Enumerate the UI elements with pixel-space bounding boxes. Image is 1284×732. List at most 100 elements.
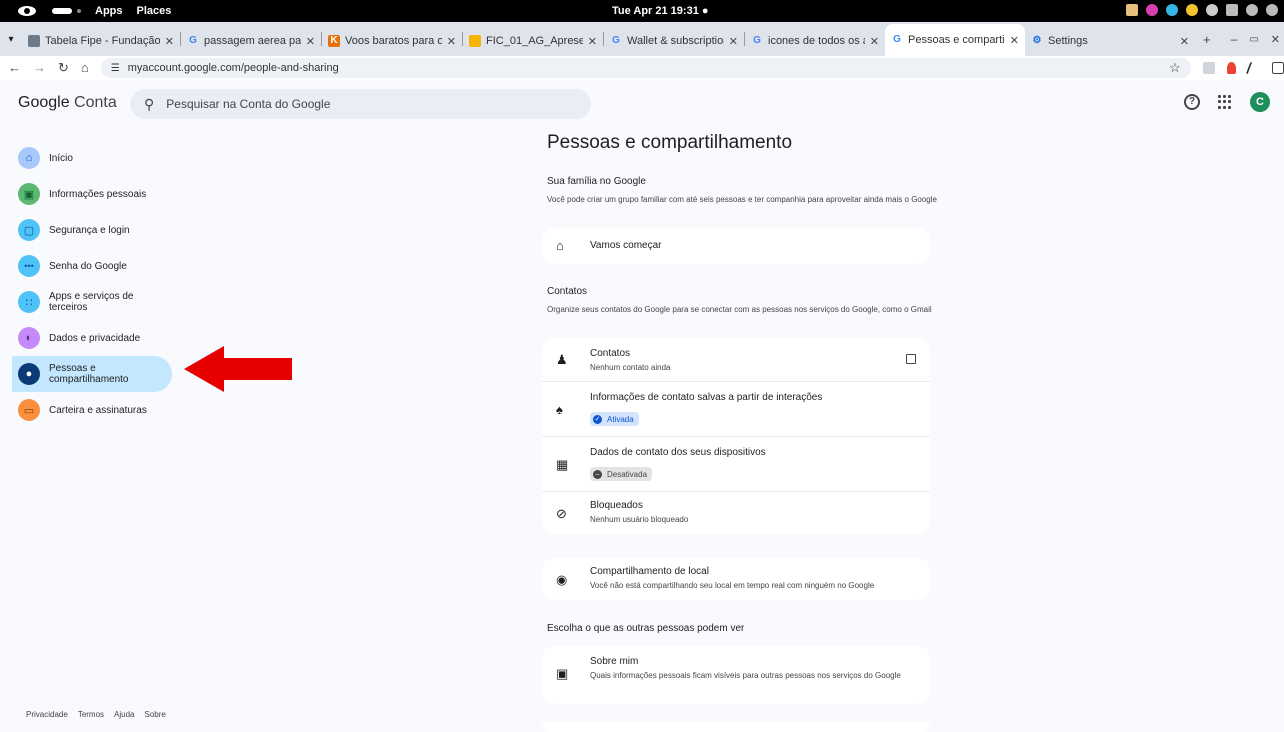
tab[interactable]: FIC_01_AG_Apresenta✕ [463, 26, 603, 56]
next-card-partial [542, 722, 930, 732]
browser-toolbar: ← → ↻ ⌂ ☰ myaccount.google.com/people-an… [0, 56, 1284, 80]
window-close-icon[interactable]: ✕ [1271, 33, 1280, 46]
blocked-row[interactable]: ⊘ Bloqueados Nenhum usuário bloqueado [542, 492, 930, 534]
reload-icon[interactable]: ↻ [58, 60, 69, 76]
close-icon[interactable]: ✕ [1010, 34, 1019, 47]
apps-connections-icon: ∷ [18, 291, 40, 313]
minus-icon: – [593, 469, 602, 479]
tab-favicon-icon [28, 35, 40, 47]
tab[interactable]: KVoos baratos para o Cí✕ [322, 26, 462, 56]
close-icon[interactable]: ✕ [306, 35, 315, 48]
contacts-heading: Contatos [547, 286, 588, 297]
tray-app-icon[interactable] [1146, 4, 1158, 16]
tray-app-icon[interactable] [1126, 4, 1138, 16]
id-card-icon: ▣ [18, 183, 40, 205]
tab[interactable]: ⚙ Settings ✕ [1025, 26, 1195, 56]
maximize-icon[interactable]: ▭ [1249, 34, 1258, 45]
tab-search-icon[interactable]: ▾ [0, 34, 22, 45]
contacts-card: ♟ Contatos Nenhum contato ainda ♠ Inform… [542, 338, 930, 534]
sidebar-item-wallet[interactable]: ▭ Carteira e assinaturas [12, 392, 172, 428]
clock[interactable]: Tue Apr 21 19:31 ● [612, 5, 709, 17]
kayak-icon: K [328, 35, 340, 47]
family-start-row[interactable]: ⌂ Vamos começar [542, 228, 930, 264]
close-icon[interactable]: ✕ [870, 35, 879, 48]
home-icon[interactable]: ⌂ [81, 60, 89, 76]
sidebar-item-third-party-apps[interactable]: ∷ Apps e serviços de terceiros [12, 284, 172, 320]
device-contacts-row[interactable]: ▦ Dados de contato dos seus dispositivos… [542, 437, 930, 492]
extension-icon[interactable] [1226, 62, 1236, 74]
brightness-icon[interactable] [1206, 4, 1218, 16]
close-icon[interactable]: ✕ [1180, 35, 1189, 48]
interaction-contacts-row[interactable]: ♠ Informações de contato salvas a partir… [542, 382, 930, 437]
person-add-icon: ♠ [556, 402, 563, 417]
site-info-icon[interactable]: ☰ [111, 63, 120, 74]
tray-cloud-icon[interactable] [1166, 4, 1178, 16]
footer-terms-link[interactable]: Termos [78, 710, 104, 719]
wallet-icon: ▭ [18, 399, 40, 421]
tab[interactable]: Gpassagem aerea para o✕ [181, 26, 321, 56]
open-external-icon[interactable] [906, 354, 916, 364]
google-apps-icon[interactable] [1218, 95, 1232, 109]
footer-help-link[interactable]: Ajuda [114, 710, 134, 719]
extensions-puzzle-icon[interactable] [1271, 62, 1284, 74]
search-icon[interactable]: ⚲ [144, 96, 154, 113]
status-badge-disabled: – Desativada [590, 467, 653, 481]
footer-about-link[interactable]: Sobre [145, 710, 166, 719]
back-icon[interactable]: ← [8, 60, 21, 76]
sidebar-item-security[interactable]: ▢ Segurança e login [12, 212, 172, 248]
url-text[interactable]: myaccount.google.com/people-and-sharing [128, 62, 339, 74]
power-icon[interactable] [1266, 4, 1278, 16]
sidebar-item-password[interactable]: ••• Senha do Google [12, 248, 172, 284]
sidebar-item-data-privacy[interactable]: ◐ Dados e privacidade [12, 320, 172, 356]
account-search-input[interactable]: ⚲ Pesquisar na Conta do Google [130, 89, 591, 119]
sidebar-nav: ⌂ Início ▣ Informações pessoais ▢ Segurança… [12, 140, 178, 428]
phone-icon: ▦ [556, 457, 569, 472]
tab[interactable]: GWallet & subscriptions✕ [604, 26, 744, 56]
about-me-card: ▣ Sobre mim Quais informações pessoais f… [542, 646, 930, 704]
tray-app-icon[interactable] [1186, 4, 1198, 16]
apps-menu[interactable]: Apps [95, 5, 123, 17]
workspace-indicator[interactable] [52, 8, 72, 14]
workspace-dot [77, 9, 81, 13]
red-arrow-annotation [184, 346, 292, 392]
extension-icon[interactable] [1245, 62, 1262, 74]
toggle-icon: ◐ [18, 327, 40, 349]
tab[interactable]: Gicones de todos os apl✕ [745, 26, 885, 56]
close-icon[interactable]: ✕ [588, 35, 597, 48]
tab[interactable]: Tabela Fipe - Fundação ✕ [22, 26, 180, 56]
help-icon[interactable]: ? [1184, 94, 1200, 110]
avatar[interactable]: C [1250, 92, 1270, 112]
status-badge-enabled: ✓ Ativada [590, 412, 639, 426]
sidebar-item-people-sharing[interactable]: ● Pessoas e compartilhamento [12, 356, 172, 392]
extension-icon[interactable] [1202, 62, 1215, 74]
contacts-description: Organize seus contatos do Google para se… [547, 305, 932, 314]
close-icon[interactable]: ✕ [729, 35, 738, 48]
close-icon[interactable]: ✕ [165, 35, 174, 48]
network-icon[interactable] [1226, 4, 1238, 16]
volume-icon[interactable] [1246, 4, 1258, 16]
account-header: Google Conta ⚲ Pesquisar na Conta do Goo… [0, 80, 1284, 128]
close-icon[interactable]: ✕ [447, 35, 456, 48]
check-icon: ✓ [593, 414, 602, 424]
location-sharing-row[interactable]: ◉ Compartilhamento de local Você não est… [542, 558, 930, 600]
forward-icon[interactable]: → [33, 60, 46, 76]
settings-gear-icon: ⚙ [1032, 35, 1042, 46]
places-menu[interactable]: Places [137, 5, 172, 17]
sidebar-item-personal-info[interactable]: ▣ Informações pessoais [12, 176, 172, 212]
sidebar-item-inicio[interactable]: ⌂ Início [12, 140, 172, 176]
new-tab-icon[interactable]: + [1203, 32, 1211, 47]
eye-icon[interactable] [18, 6, 36, 16]
system-tray [1126, 4, 1278, 16]
bookmark-star-icon[interactable]: ☆ [1169, 60, 1181, 76]
tab-active[interactable]: GPessoas e compartilha✕ [885, 24, 1025, 56]
contacts-row[interactable]: ♟ Contatos Nenhum contato ainda [542, 338, 930, 382]
location-pin-icon: ◉ [556, 572, 568, 587]
footer-privacy-link[interactable]: Privacidade [26, 710, 68, 719]
lock-icon: ▢ [18, 219, 40, 241]
address-bar[interactable]: ☰ myaccount.google.com/people-and-sharin… [100, 58, 1191, 78]
family-house-icon: ⌂ [556, 238, 564, 253]
minimize-icon[interactable]: – [1231, 32, 1238, 46]
about-me-row[interactable]: ▣ Sobre mim Quais informações pessoais f… [542, 646, 930, 704]
page-title: Pessoas e compartilhamento [547, 132, 793, 153]
google-account-logo[interactable]: Google Conta [18, 94, 117, 112]
